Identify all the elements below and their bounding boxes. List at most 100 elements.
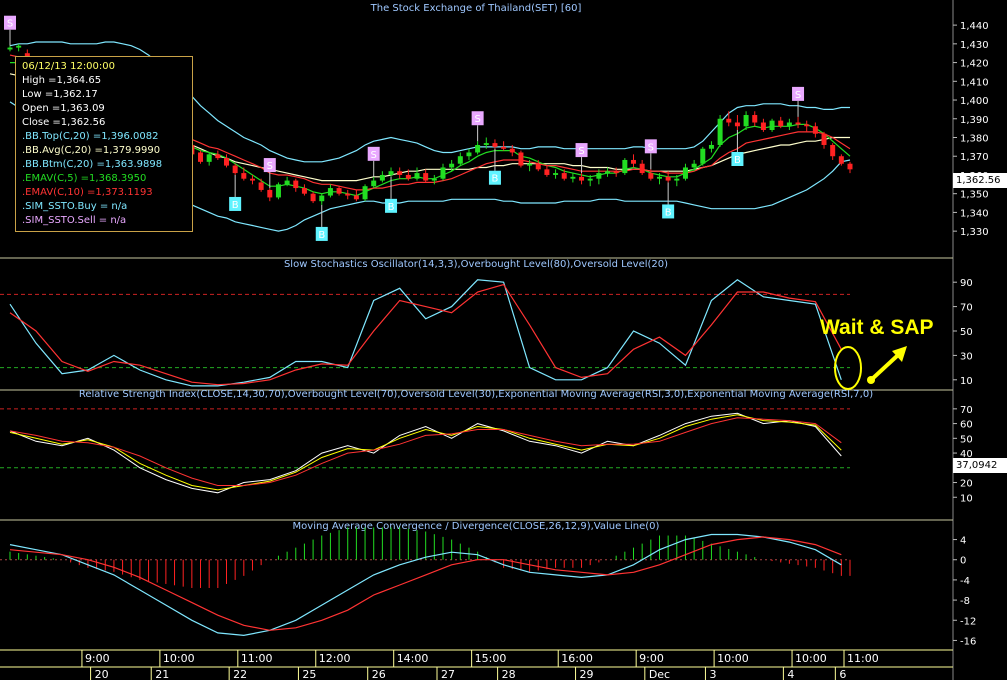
candle	[284, 180, 290, 185]
x-time-label: 12:00	[319, 652, 351, 665]
info-row-emav10: .EMAV(C,10) =1,373.1193	[22, 187, 153, 198]
info-row-ssto-buy: .SIM_SSTO.Buy = n/a	[22, 201, 128, 212]
y-tick-label: 1,350	[960, 190, 989, 201]
last-price-tag: 1,362.56	[953, 173, 1007, 188]
y-tick-label: -4	[960, 576, 970, 587]
info-row-low: Low =1,362.17	[22, 89, 98, 100]
candle	[743, 115, 749, 127]
candle	[449, 163, 455, 168]
pane-title: Relative Strength Index(CLOSE,14,30,70),…	[79, 389, 873, 400]
candle	[838, 156, 844, 164]
y-tick-label: 50	[960, 327, 973, 338]
candle	[431, 178, 437, 181]
sell-signal-label: S	[267, 161, 273, 172]
x-time-label: 10:00	[795, 652, 827, 665]
candle	[232, 165, 238, 174]
buy-signal-label: B	[492, 174, 499, 185]
candle	[682, 167, 688, 179]
candle	[249, 178, 255, 181]
candle	[570, 176, 576, 179]
info-row-open: Open =1,363.09	[22, 103, 105, 114]
y-tick-label: 70	[960, 303, 973, 314]
candle	[700, 148, 706, 164]
y-tick-label: 30	[960, 351, 973, 362]
y-tick-label: -8	[960, 596, 970, 607]
info-row-bb-avg: .BB.Avg(C,20) =1,379.9990	[22, 145, 161, 156]
candle	[518, 152, 524, 166]
candle	[553, 173, 559, 175]
info-row-bb-top: .BB.Top(C,20) =1,396.0082	[22, 131, 159, 142]
candle	[665, 176, 671, 181]
candle	[379, 174, 385, 181]
y-tick-label: -16	[960, 636, 976, 647]
rsi-ema3-line	[9, 414, 842, 491]
candle	[371, 180, 377, 187]
x-date-label: 29	[580, 668, 594, 680]
data-info-box: 06/12/13 12:00:00 High =1,364.65 Low =1,…	[15, 56, 193, 232]
y-tick-label: 90	[960, 278, 973, 289]
sell-signal-label: S	[795, 90, 801, 101]
candle	[752, 115, 758, 123]
candle	[405, 174, 411, 179]
candle	[501, 146, 507, 149]
buy-signal-label: B	[665, 207, 672, 218]
candle	[7, 47, 13, 50]
candle	[717, 118, 723, 145]
y-tick-label: 1,370	[960, 152, 989, 163]
y-tick-label: 60	[960, 420, 973, 431]
candle	[708, 144, 714, 149]
y-tick-label: 1,420	[960, 59, 989, 70]
candle	[579, 176, 585, 181]
pane-title: The Stock Exchange of Thailand(SET) [60]	[370, 3, 582, 14]
info-row-bb-btm: .BB.Btm(C,20) =1,363.9898	[22, 159, 163, 170]
candle	[656, 176, 662, 179]
annotation-arrow-shaft	[869, 354, 899, 382]
candle	[622, 159, 628, 174]
sell-signal-label: S	[474, 114, 480, 125]
candle	[769, 120, 775, 130]
y-tick-label: 1,400	[960, 96, 989, 107]
x-date-label: 3	[709, 668, 716, 680]
candle	[293, 180, 299, 189]
candle	[440, 167, 446, 179]
x-time-label: 11:00	[847, 652, 879, 665]
x-date-label: Dec	[649, 668, 670, 680]
candle	[786, 122, 792, 127]
annotation-arrow-tail	[867, 376, 875, 384]
x-date-label: 26	[372, 668, 386, 680]
wait-sap-annotation: Wait & SAP	[820, 316, 934, 339]
buy-signal-label: B	[232, 200, 239, 211]
y-tick-label: 1,380	[960, 133, 989, 144]
candle	[631, 159, 637, 164]
y-tick-label: 1,330	[960, 227, 989, 238]
buy-signal-label: B	[734, 155, 741, 166]
y-tick-label: 10	[960, 493, 973, 504]
candle	[509, 148, 515, 153]
x-date-label: 21	[155, 668, 169, 680]
candle	[544, 169, 550, 175]
candle	[223, 158, 229, 166]
candle	[691, 163, 697, 168]
x-time-label: 9:00	[639, 652, 664, 665]
candle	[527, 163, 533, 166]
y-tick-label: 1,430	[960, 40, 989, 51]
x-time-label: 9:00	[85, 652, 110, 665]
candle	[812, 126, 818, 134]
candle	[760, 122, 766, 130]
y-tick-label: 1,410	[960, 77, 989, 88]
info-row-close: Close =1,362.56	[22, 117, 106, 128]
stoch-k-line	[9, 279, 842, 387]
candle	[319, 195, 325, 202]
y-tick-label: 4	[960, 536, 966, 547]
buy-signal-label: B	[388, 202, 395, 213]
candle	[301, 188, 307, 194]
y-tick-label: 1,340	[960, 208, 989, 219]
candle	[561, 173, 567, 179]
candle	[648, 173, 654, 179]
rsi-line	[9, 412, 842, 494]
rsi-last-value-tag: 37,0942	[953, 458, 1007, 473]
candle	[596, 173, 602, 179]
info-row-high: High =1,364.65	[22, 75, 102, 86]
info-row-datetime: 06/12/13 12:00:00	[22, 61, 116, 72]
candle	[475, 144, 481, 153]
